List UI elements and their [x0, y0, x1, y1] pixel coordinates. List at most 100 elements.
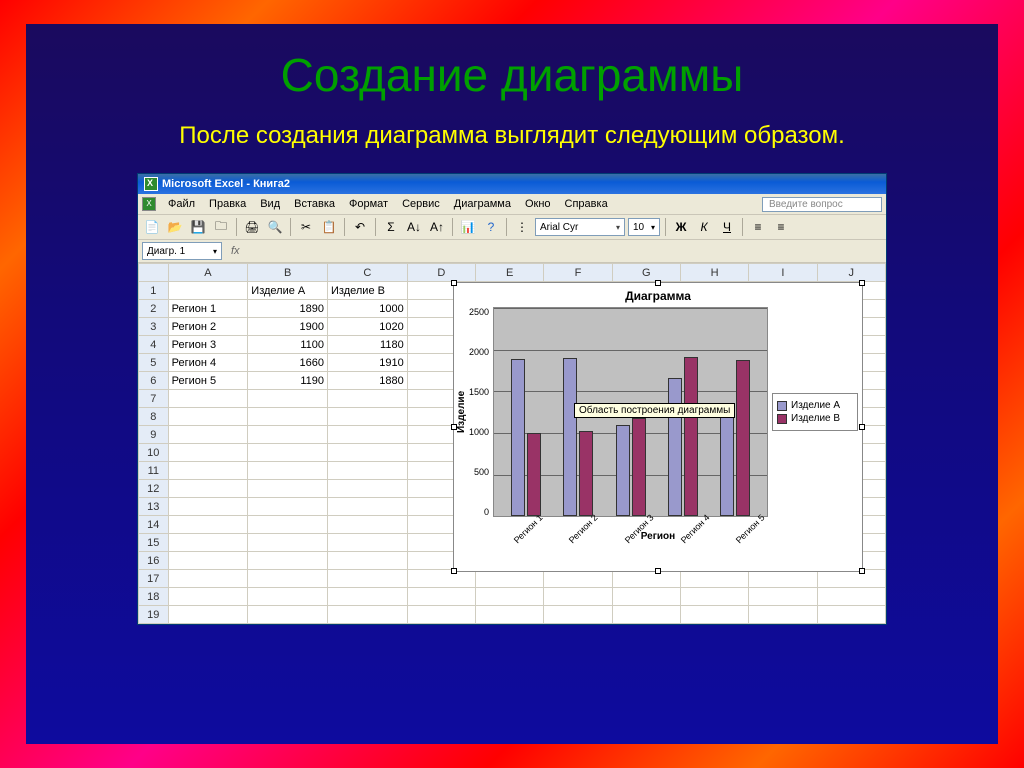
cell[interactable] [476, 570, 544, 588]
col-header[interactable]: G [612, 264, 680, 282]
cell[interactable] [168, 498, 248, 516]
cell[interactable] [328, 408, 408, 426]
cell[interactable] [248, 552, 328, 570]
cell[interactable] [248, 408, 328, 426]
cell[interactable] [749, 570, 817, 588]
cell[interactable] [248, 570, 328, 588]
menu-edit[interactable]: Правка [203, 196, 252, 212]
save-icon[interactable]: 💾 [188, 217, 208, 237]
col-header[interactable]: I [749, 264, 817, 282]
cell[interactable] [168, 588, 248, 606]
cell[interactable] [407, 570, 475, 588]
sort-asc-icon[interactable]: A↓ [404, 217, 424, 237]
row-header[interactable]: 11 [139, 462, 169, 480]
cell[interactable] [168, 534, 248, 552]
col-header[interactable]: H [680, 264, 748, 282]
cell[interactable] [612, 606, 680, 624]
cell[interactable] [168, 390, 248, 408]
sort-desc-icon[interactable]: A↑ [427, 217, 447, 237]
row-header[interactable]: 10 [139, 444, 169, 462]
cell[interactable] [248, 498, 328, 516]
cell[interactable]: Изделие А [248, 282, 328, 300]
cell[interactable] [248, 480, 328, 498]
cell[interactable] [817, 588, 885, 606]
font-size-selector[interactable]: 10 ▾ [628, 218, 660, 236]
cell[interactable] [817, 570, 885, 588]
align-center-icon[interactable]: ≡ [771, 217, 791, 237]
cell[interactable] [328, 498, 408, 516]
name-box[interactable]: Диагр. 1 ▾ [142, 242, 222, 260]
cell[interactable]: Изделие В [328, 282, 408, 300]
bar[interactable] [563, 358, 577, 516]
row-header[interactable]: 7 [139, 390, 169, 408]
cell[interactable] [328, 552, 408, 570]
resize-handle[interactable] [859, 424, 865, 430]
cell[interactable] [544, 570, 612, 588]
plot-area[interactable]: Область построения диаграммы [493, 307, 768, 517]
cell[interactable] [168, 462, 248, 480]
cell[interactable] [248, 606, 328, 624]
bar[interactable] [720, 417, 734, 516]
row-header[interactable]: 3 [139, 318, 169, 336]
bar[interactable] [579, 431, 593, 516]
chart-wizard-icon[interactable]: 📊 [458, 217, 478, 237]
permission-icon[interactable]: 🗀 [211, 217, 231, 237]
row-header[interactable]: 4 [139, 336, 169, 354]
cell[interactable] [544, 588, 612, 606]
cell[interactable] [328, 444, 408, 462]
cell[interactable] [328, 516, 408, 534]
cell[interactable] [248, 588, 328, 606]
row-header[interactable]: 2 [139, 300, 169, 318]
row-header[interactable]: 6 [139, 372, 169, 390]
bar[interactable] [736, 360, 750, 516]
bar[interactable] [684, 357, 698, 516]
bar[interactable] [527, 433, 541, 516]
col-header[interactable]: F [544, 264, 612, 282]
cell[interactable]: 1100 [248, 336, 328, 354]
resize-handle[interactable] [451, 568, 457, 574]
col-header[interactable]: B [248, 264, 328, 282]
cell[interactable] [248, 516, 328, 534]
bar[interactable] [511, 359, 525, 516]
cell[interactable] [168, 606, 248, 624]
menu-chart[interactable]: Диаграмма [448, 196, 517, 212]
cell[interactable] [168, 516, 248, 534]
cell[interactable] [168, 552, 248, 570]
resize-handle[interactable] [859, 280, 865, 286]
cell[interactable] [328, 426, 408, 444]
cell[interactable] [328, 462, 408, 480]
cell[interactable]: Регион 4 [168, 354, 248, 372]
more-icon[interactable]: ⋮ [512, 217, 532, 237]
align-left-icon[interactable]: ≡ [748, 217, 768, 237]
legend[interactable]: Изделие АИзделие В [772, 393, 858, 431]
italic-button[interactable]: К [694, 217, 714, 237]
cell[interactable] [544, 606, 612, 624]
cell[interactable]: 1900 [248, 318, 328, 336]
menu-insert[interactable]: Вставка [288, 196, 341, 212]
open-icon[interactable]: 📂 [165, 217, 185, 237]
cell[interactable] [168, 282, 248, 300]
resize-handle[interactable] [655, 280, 661, 286]
cell[interactable] [168, 444, 248, 462]
cell[interactable]: Регион 1 [168, 300, 248, 318]
menu-file[interactable]: Файл [162, 196, 201, 212]
cell[interactable] [328, 588, 408, 606]
cell[interactable] [817, 606, 885, 624]
row-header[interactable]: 16 [139, 552, 169, 570]
resize-handle[interactable] [451, 280, 457, 286]
bar[interactable] [616, 425, 630, 517]
row-header[interactable]: 15 [139, 534, 169, 552]
cell[interactable]: 1890 [248, 300, 328, 318]
cell[interactable]: 1180 [328, 336, 408, 354]
col-header[interactable]: J [817, 264, 885, 282]
cell[interactable] [328, 570, 408, 588]
cell[interactable] [168, 570, 248, 588]
row-header[interactable]: 1 [139, 282, 169, 300]
cell[interactable] [680, 570, 748, 588]
cell[interactable]: 1910 [328, 354, 408, 372]
cell[interactable] [407, 606, 475, 624]
cell[interactable] [168, 408, 248, 426]
cell[interactable]: Регион 3 [168, 336, 248, 354]
cell[interactable]: 1190 [248, 372, 328, 390]
menu-window[interactable]: Окно [519, 196, 557, 212]
